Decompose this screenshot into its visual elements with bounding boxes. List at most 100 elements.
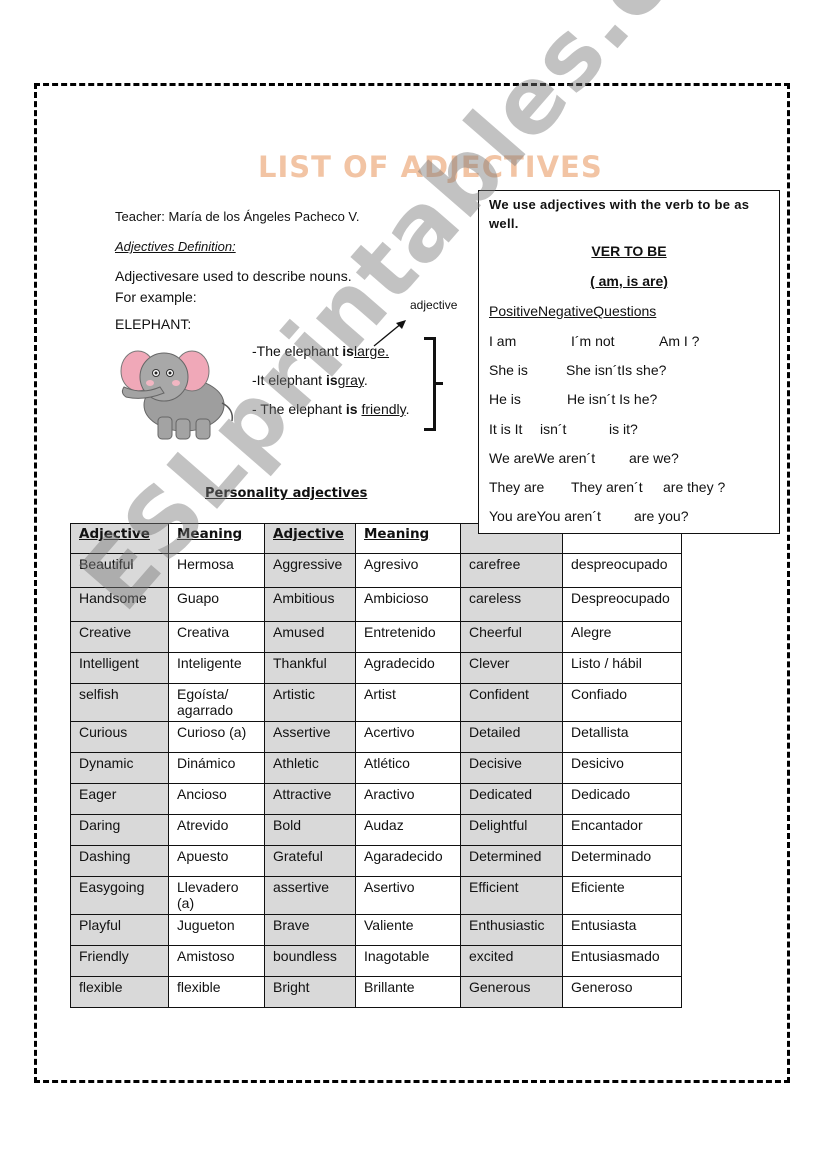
meaning-cell: Creativa: [168, 621, 265, 653]
table-row: Intelligent Inteligente Thankful Agradecido…: [70, 652, 682, 684]
adjective-cell: carefree: [460, 553, 563, 588]
adjective-cell: Clever: [460, 652, 563, 684]
table-row: Creative Creativa Amused Entretenido Cheerfu…: [70, 621, 682, 653]
table-row: Friendly Amistoso boundless Inagotable excit…: [70, 945, 682, 977]
adjective-cell: Easygoing: [70, 876, 169, 915]
meaning-cell: Guapo: [168, 587, 265, 622]
meaning-cell: Amistoso: [168, 945, 265, 977]
adjective-cell: Decisive: [460, 752, 563, 784]
adjective-cell: Dedicated: [460, 783, 563, 815]
adjective-cell: Cheerful: [460, 621, 563, 653]
table-row: Easygoing Llevadero (a) assertive Asertivo E…: [70, 876, 682, 915]
adjective-callout: adjective: [410, 298, 458, 312]
adjective-cell: Delightful: [460, 814, 563, 846]
adjective-cell: careless: [460, 587, 563, 622]
meaning-cell: Inteligente: [168, 652, 265, 684]
meaning-cell: Despreocupado: [562, 587, 682, 622]
bracket-tick: [436, 382, 443, 385]
table-row: Playful Jugueton Brave Valiente Enthusiastic…: [70, 914, 682, 946]
meaning-cell: Encantador: [562, 814, 682, 846]
verb-box-subtitle: ( am, is are): [590, 273, 668, 289]
adjective-cell: Eager: [70, 783, 169, 815]
column-header: Adjective: [70, 523, 169, 554]
meaning-cell: Eficiente: [562, 876, 682, 915]
verb-to-be-box: We use adjectives with the verb to be as…: [478, 190, 780, 534]
adjective-cell: Playful: [70, 914, 169, 946]
adjective-cell: Intelligent: [70, 652, 169, 684]
adjective-cell: Aggressive: [264, 553, 356, 588]
column-header: Meaning: [168, 523, 265, 554]
meaning-cell: Desicivo: [562, 752, 682, 784]
meaning-cell: Atlético: [355, 752, 461, 784]
meaning-cell: Curioso (a): [168, 721, 265, 753]
right-bracket-icon: [424, 337, 436, 431]
adjective-cell: Grateful: [264, 845, 356, 877]
table-row: Curious Curioso (a) Assertive Acertivo Detai…: [70, 721, 682, 753]
meaning-cell: Confiado: [562, 683, 682, 722]
definition-heading: Adjectives Definition:: [115, 239, 236, 254]
meaning-cell: Agresivo: [355, 553, 461, 588]
adjective-cell: selfish: [70, 683, 169, 722]
adjective-cell: Friendly: [70, 945, 169, 977]
meaning-cell: Brillante: [355, 976, 461, 1008]
adjective-cell: Efficient: [460, 876, 563, 915]
meaning-cell: Jugueton: [168, 914, 265, 946]
adjective-cell: Amused: [264, 621, 356, 653]
adjectives-table: Adjective Meaning Adjective Meaning Beautifu…: [70, 523, 682, 1008]
meaning-cell: Entusiasta: [562, 914, 682, 946]
meaning-cell: Apuesto: [168, 845, 265, 877]
meaning-cell: Ambicioso: [355, 587, 461, 622]
adjective-cell: Detailed: [460, 721, 563, 753]
meaning-cell: despreocupado: [562, 553, 682, 588]
meaning-cell: Atrevido: [168, 814, 265, 846]
meaning-cell: Entusiasmado: [562, 945, 682, 977]
meaning-cell: Egoísta/ agarrado: [168, 683, 265, 722]
table-row: Daring Atrevido Bold Audaz Delightful Encanta…: [70, 814, 682, 846]
column-header: Meaning: [355, 523, 461, 554]
column-header: Adjective: [264, 523, 356, 554]
meaning-cell: Ancioso: [168, 783, 265, 815]
adjective-cell: Bright: [264, 976, 356, 1008]
meaning-cell: Audaz: [355, 814, 461, 846]
table-row: Handsome Guapo Ambitious Ambicioso careless D…: [70, 587, 682, 622]
adjective-cell: Confident: [460, 683, 563, 722]
adjective-cell: Curious: [70, 721, 169, 753]
table-row: selfish Egoísta/ agarrado Artistic Artist Co…: [70, 683, 682, 722]
meaning-cell: Acertivo: [355, 721, 461, 753]
meaning-cell: Inagotable: [355, 945, 461, 977]
meaning-cell: Agaradecido: [355, 845, 461, 877]
adjective-cell: Attractive: [264, 783, 356, 815]
definition-line: Adjectivesare used to describe nouns.: [115, 268, 352, 284]
adjective-cell: Thankful: [264, 652, 356, 684]
highlighted-adjective: large.: [353, 343, 390, 359]
table-row: Dashing Apuesto Grateful Agaradecido Determi…: [70, 845, 682, 877]
meaning-cell: Entretenido: [355, 621, 461, 653]
table-row: Eager Ancioso Attractive Aractivo Dedicated D…: [70, 783, 682, 815]
meaning-cell: Valiente: [355, 914, 461, 946]
adjective-cell: flexible: [70, 976, 169, 1008]
adjective-cell: Generous: [460, 976, 563, 1008]
adjective-cell: Artistic: [264, 683, 356, 722]
highlighted-adjective: gray: [337, 372, 364, 388]
meaning-cell: flexible: [168, 976, 265, 1008]
adjective-cell: assertive: [264, 876, 356, 915]
section-title: Personality adjectives: [205, 486, 368, 501]
example-sentence: - The elephant is friendly.: [252, 401, 410, 417]
meaning-cell: Listo / hábil: [562, 652, 682, 684]
adjective-cell: Daring: [70, 814, 169, 846]
meaning-cell: Dinámico: [168, 752, 265, 784]
table-row: flexible flexible Bright Brillante Generous G…: [70, 976, 682, 1008]
table-row: Dynamic Dinámico Athletic Atlético Decisive D…: [70, 752, 682, 784]
definition-text: Adjectivesare used to describe nouns. Fo…: [115, 266, 352, 308]
verb-box-intro: We use adjectives with the verb to be as…: [489, 197, 750, 231]
adjective-cell: Brave: [264, 914, 356, 946]
meaning-cell: Artist: [355, 683, 461, 722]
example-sentence: -It elephant isgray.: [252, 372, 368, 388]
adjective-cell: Ambitious: [264, 587, 356, 622]
meaning-cell: Asertivo: [355, 876, 461, 915]
example-sentence: -The elephant islarge.: [252, 343, 390, 359]
table-row: Beautiful Hermosa Aggressive Agresivo carefr…: [70, 553, 682, 588]
adjective-cell: Dynamic: [70, 752, 169, 784]
elephant-illustration: [120, 350, 234, 440]
meaning-cell: Generoso: [562, 976, 682, 1008]
